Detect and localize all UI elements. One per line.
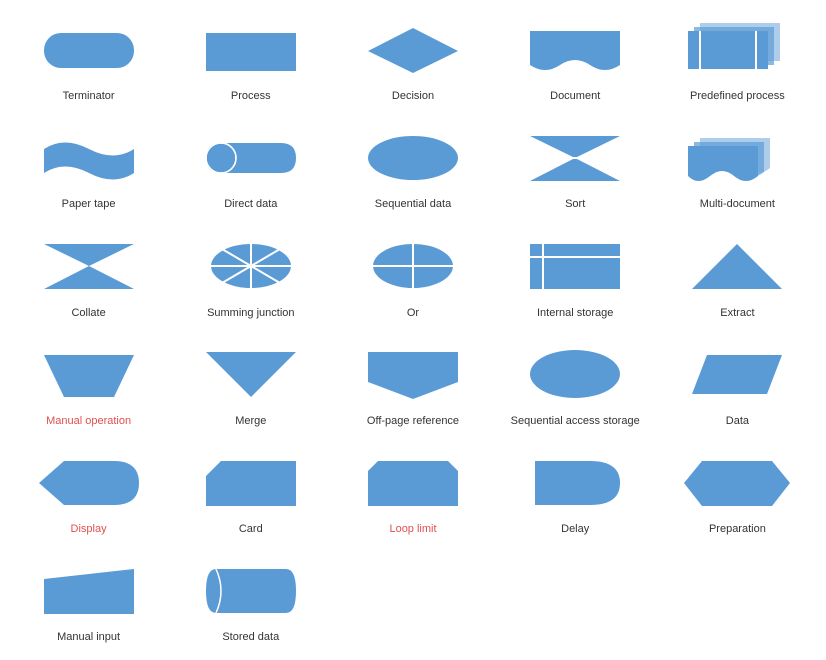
label-decision: Decision (392, 89, 434, 103)
label-preparation: Preparation (709, 522, 766, 536)
label-paper-tape: Paper tape (62, 197, 116, 211)
cell-stored-data: Stored data (172, 551, 329, 649)
label-document: Document (550, 89, 600, 103)
cell-delay: Delay (497, 443, 654, 541)
cell-manual-input: Manual input (10, 551, 167, 649)
cell-preparation: Preparation (659, 443, 816, 541)
cell-display: Display (10, 443, 167, 541)
label-loop-limit: Loop limit (389, 522, 436, 536)
label-sequential-access-storage: Sequential access storage (511, 414, 640, 428)
cell-sequential-access-storage: Sequential access storage (497, 335, 654, 433)
cell-empty-3 (659, 551, 816, 649)
cell-predefined-process: Predefined process (659, 10, 816, 108)
cell-multi-document: Multi-document (659, 118, 816, 216)
label-multi-document: Multi-document (700, 197, 775, 211)
label-extract: Extract (720, 306, 754, 320)
label-process: Process (231, 89, 271, 103)
label-card: Card (239, 522, 263, 536)
label-or: Or (407, 306, 419, 320)
label-collate: Collate (71, 306, 105, 320)
cell-document: Document (497, 10, 654, 108)
cell-extract: Extract (659, 227, 816, 325)
label-sort: Sort (565, 197, 585, 211)
cell-merge: Merge (172, 335, 329, 433)
label-predefined-process: Predefined process (690, 89, 785, 103)
label-merge: Merge (235, 414, 266, 428)
label-manual-input: Manual input (57, 630, 120, 644)
label-internal-storage: Internal storage (537, 306, 613, 320)
cell-internal-storage: Internal storage (497, 227, 654, 325)
cell-manual-operation: Manual operation (10, 335, 167, 433)
label-summing-junction: Summing junction (207, 306, 294, 320)
cell-decision: Decision (334, 10, 491, 108)
cell-summing-junction: Summing junction (172, 227, 329, 325)
cell-paper-tape: Paper tape (10, 118, 167, 216)
shapes-grid: Terminator Process Decision Document (10, 10, 816, 650)
cell-empty-1 (334, 551, 491, 649)
label-delay: Delay (561, 522, 589, 536)
label-manual-operation: Manual operation (46, 414, 131, 428)
cell-direct-data: Direct data (172, 118, 329, 216)
cell-empty-2 (497, 551, 654, 649)
label-display: Display (71, 522, 107, 536)
label-terminator: Terminator (63, 89, 115, 103)
label-stored-data: Stored data (222, 630, 279, 644)
cell-loop-limit: Loop limit (334, 443, 491, 541)
cell-data: Data (659, 335, 816, 433)
cell-off-page-reference: Off-page reference (334, 335, 491, 433)
cell-sequential-data: Sequential data (334, 118, 491, 216)
cell-terminator: Terminator (10, 10, 167, 108)
cell-collate: Collate (10, 227, 167, 325)
label-data: Data (726, 414, 749, 428)
cell-sort: Sort (497, 118, 654, 216)
cell-or: Or (334, 227, 491, 325)
label-direct-data: Direct data (224, 197, 277, 211)
cell-card: Card (172, 443, 329, 541)
cell-process: Process (172, 10, 329, 108)
label-off-page-reference: Off-page reference (367, 414, 459, 428)
label-sequential-data: Sequential data (375, 197, 451, 211)
